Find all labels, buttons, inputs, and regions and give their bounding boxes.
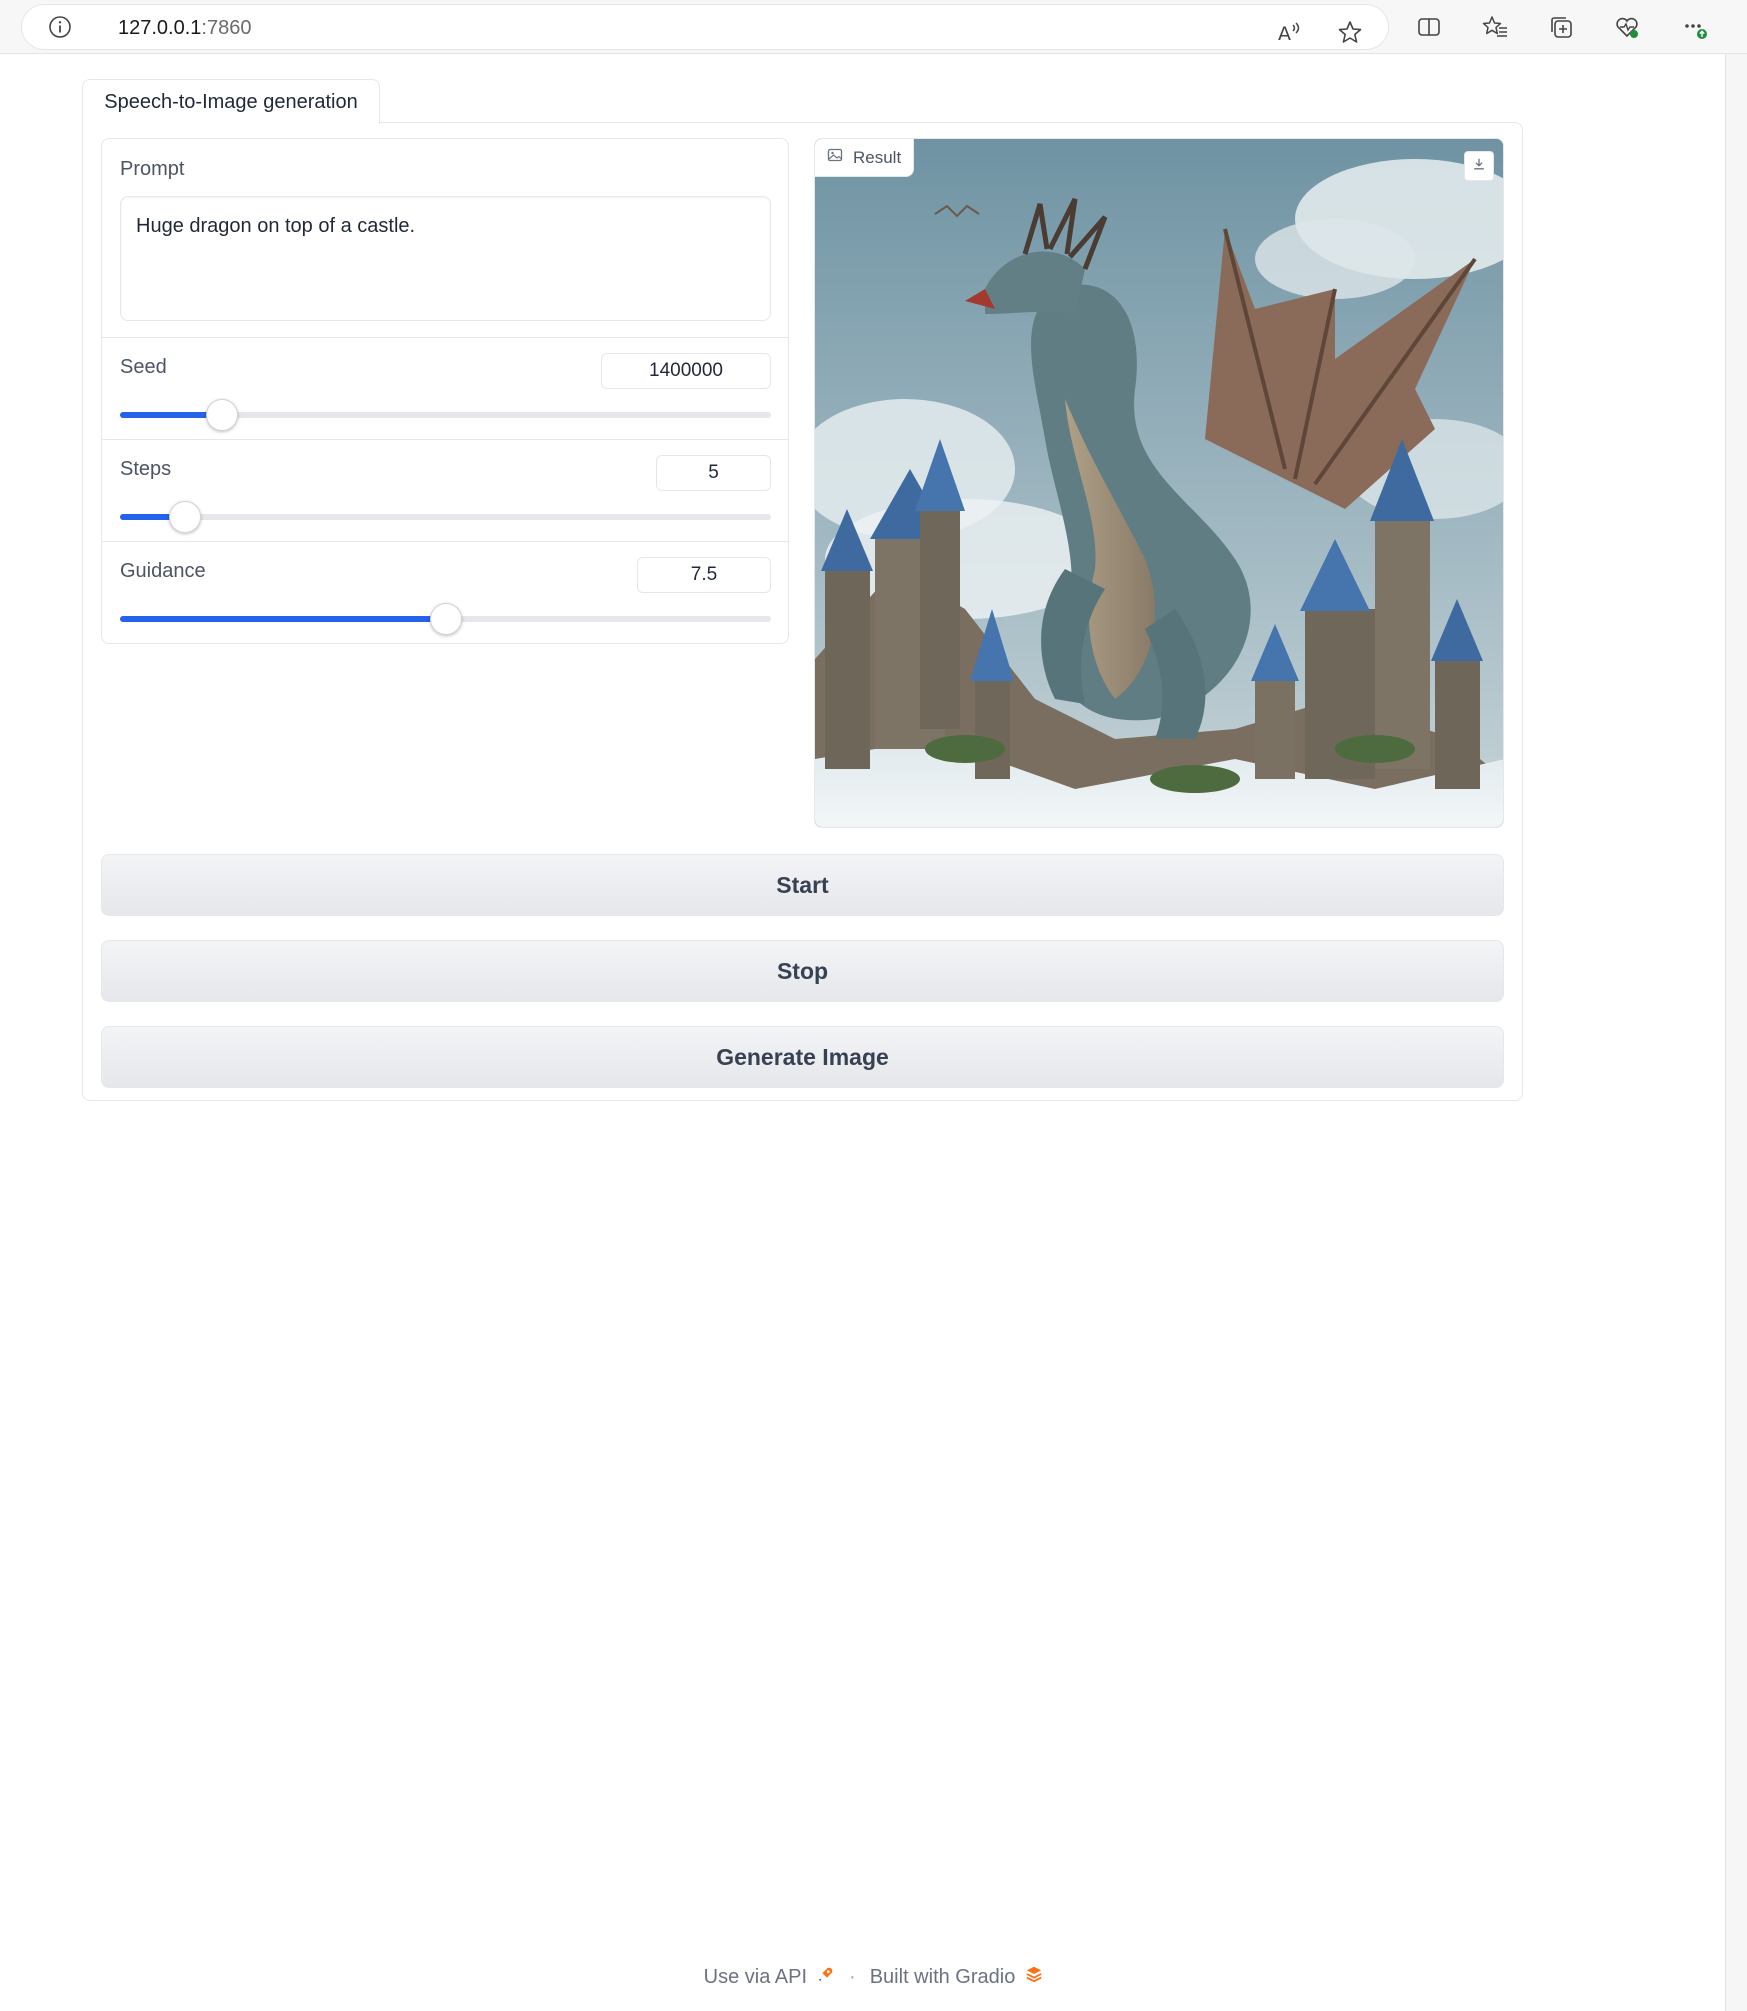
address-bar[interactable]: 127.0.0.1:7860 A	[22, 5, 1388, 49]
result-label: Result	[815, 139, 915, 177]
prompt-label: Prompt	[120, 158, 185, 180]
footer-separator: ·	[849, 1965, 856, 1988]
prompt-textarea[interactable]: Huge dragon on top of a castle.	[120, 196, 771, 321]
guidance-number-input[interactable]: 7.5	[637, 557, 771, 593]
favorites-icon[interactable]	[1480, 12, 1510, 42]
seed-number-input[interactable]: 1400000	[601, 353, 771, 389]
built-with-gradio-link[interactable]: Built with Gradio	[870, 1965, 1044, 1989]
site-info-icon[interactable]	[48, 15, 72, 39]
steps-block: Steps 5	[102, 440, 788, 542]
download-icon	[1472, 157, 1486, 176]
use-via-api-link[interactable]: Use via API	[704, 1965, 835, 1989]
url-text[interactable]: 127.0.0.1:7860	[118, 17, 251, 40]
gradio-logo-icon	[1025, 1965, 1043, 1989]
browser-essentials-icon[interactable]	[1612, 12, 1642, 42]
result-image-panel: Result	[814, 138, 1504, 828]
guidance-slider-thumb[interactable]	[430, 603, 462, 635]
footer: Use via API · Built with Gradio	[0, 1965, 1747, 1989]
side-panel-strip	[1725, 54, 1747, 2011]
seed-slider-track[interactable]	[120, 399, 771, 431]
stop-button[interactable]: Stop	[101, 940, 1504, 1002]
generated-dragon-image	[815, 139, 1503, 827]
steps-number-input[interactable]: 5	[656, 455, 771, 491]
favorite-star-icon[interactable]	[1335, 17, 1365, 47]
steps-slider-track[interactable]	[120, 501, 771, 533]
more-options-icon[interactable]	[1680, 12, 1710, 42]
seed-slider-thumb[interactable]	[206, 399, 238, 431]
download-button[interactable]	[1464, 151, 1494, 181]
image-icon	[827, 147, 843, 168]
split-screen-icon[interactable]	[1414, 12, 1444, 42]
generate-image-button[interactable]: Generate Image	[101, 1026, 1504, 1088]
steps-slider-thumb[interactable]	[169, 501, 201, 533]
steps-label: Steps	[120, 458, 172, 480]
seed-label: Seed	[120, 356, 167, 378]
guidance-slider-track[interactable]	[120, 603, 771, 635]
seed-block: Seed 1400000	[102, 338, 788, 440]
prompt-block: Prompt Huge dragon on top of a castle.	[102, 139, 788, 338]
svg-text:A: A	[1278, 23, 1291, 45]
guidance-block: Guidance 7.5	[102, 542, 788, 643]
browser-toolbar: 127.0.0.1:7860 A	[0, 0, 1747, 54]
rocket-icon	[817, 1965, 835, 1989]
start-button[interactable]: Start	[101, 854, 1504, 916]
guidance-label: Guidance	[120, 560, 206, 582]
collections-icon[interactable]	[1546, 12, 1576, 42]
read-aloud-icon[interactable]: A	[1274, 17, 1304, 47]
controls-form: Prompt Huge dragon on top of a castle. S…	[101, 138, 789, 644]
tab-speech-to-image[interactable]: Speech-to-Image generation	[82, 79, 380, 124]
guidance-slider-fill	[120, 616, 446, 622]
